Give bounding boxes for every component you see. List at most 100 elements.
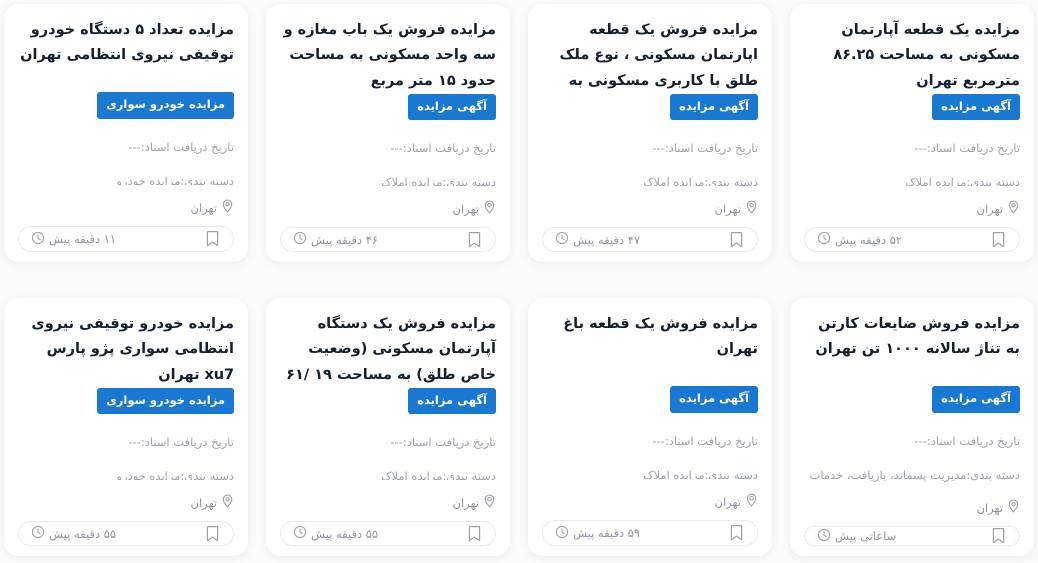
- card-footer: ۵۹ دقیقه پیش: [542, 520, 758, 546]
- bookmark-icon: [991, 231, 1006, 249]
- card-spacer: [542, 510, 758, 516]
- auction-type-badge[interactable]: آگهی مزایده: [670, 386, 758, 413]
- auction-card[interactable]: مزایده فروش یک باب مغازه و سه واحد مسکون…: [266, 4, 510, 262]
- card-footer: ۴۶ دقیقه پیش: [280, 227, 496, 252]
- location-label: تهران: [190, 495, 218, 510]
- clock-icon: [817, 231, 831, 248]
- location-pin-icon: [221, 494, 234, 511]
- auction-type-badge[interactable]: آگهی مزایده: [932, 386, 1020, 413]
- location-pin-icon: [745, 200, 758, 217]
- time-ago-group: ۵۲ دقیقه پیش: [817, 231, 902, 248]
- card-spacer: [280, 511, 496, 517]
- location-row: تهران: [804, 499, 1020, 516]
- auction-type-badge[interactable]: آگهی مزایده: [932, 93, 1020, 121]
- badge-row: آگهی مزایده: [280, 93, 496, 121]
- bookmark-button[interactable]: [991, 527, 1006, 545]
- time-ago-label: ۴۶ دقیقه پیش: [311, 232, 379, 247]
- documents-date-label: تاریخ دریافت اسناد:---: [390, 141, 496, 156]
- auction-card[interactable]: مزایده فروش یک قطعه اپارتمان مسکونی ، نو…: [528, 4, 772, 262]
- documents-date-label: تاریخ دریافت اسناد:---: [128, 435, 234, 450]
- card-spacer: [18, 216, 234, 222]
- time-ago-label: ۵۲ دقیقه پیش: [835, 232, 903, 247]
- card-footer: ۱۱ دقیقه پیش: [18, 226, 234, 252]
- bookmark-button[interactable]: [467, 231, 482, 249]
- auction-card-title[interactable]: مزایده فروش یک باب مغازه و سه واحد مسکون…: [280, 18, 497, 89]
- card-spacer: [804, 217, 1020, 223]
- bookmark-button[interactable]: [991, 231, 1006, 249]
- badge-row: آگهی مزایده: [542, 93, 758, 121]
- card-spacer: [18, 511, 234, 517]
- auction-type-badge[interactable]: مزایده خودرو سواری: [97, 92, 234, 119]
- auction-card[interactable]: مزایده فروش یک دستگاه آپارتمان مسکونی (و…: [266, 298, 510, 556]
- bookmark-icon: [729, 231, 744, 249]
- location-pin-icon: [745, 493, 758, 510]
- bookmark-button[interactable]: [729, 231, 744, 249]
- time-ago-group: ۵۵ دقیقه پیش: [293, 525, 378, 542]
- bookmark-button[interactable]: [467, 525, 482, 543]
- location-label: تهران: [976, 201, 1004, 216]
- location-row: تهران: [542, 493, 758, 510]
- badge-row: مزایده خودرو سواری: [18, 387, 234, 415]
- auction-type-badge[interactable]: آگهی مزایده: [408, 93, 496, 121]
- documents-date-label: تاریخ دریافت اسناد:---: [128, 139, 234, 154]
- bookmark-icon: [467, 231, 482, 249]
- time-ago-group: ۱۱ دقیقه پیش: [31, 231, 116, 248]
- location-row: تهران: [280, 200, 496, 217]
- auction-type-badge[interactable]: مزایده خودرو سواری: [97, 387, 234, 415]
- location-row: تهران: [280, 494, 496, 511]
- bookmark-button[interactable]: [205, 230, 220, 248]
- clock-icon: [555, 525, 569, 542]
- time-ago-label: ۱۱ دقیقه پیش: [49, 232, 117, 247]
- auction-card-title[interactable]: مزایده فروش یک قطعه باغ تهران: [542, 312, 758, 364]
- time-ago-label: ۴۷ دقیقه پیش: [573, 232, 641, 247]
- auction-card[interactable]: مزایده یک قطعه آپارتمان مسکونی به مساحت …: [790, 4, 1034, 262]
- category-label: دسته بندی:مزایده املاک: [643, 175, 758, 187]
- card-footer: ۵۲ دقیقه پیش: [804, 227, 1020, 252]
- clock-icon: [817, 528, 831, 545]
- location-row: تهران: [18, 199, 234, 216]
- badge-row: آگهی مزایده: [804, 93, 1020, 121]
- auction-card-title[interactable]: مزایده فروش یک قطعه اپارتمان مسکونی ، نو…: [542, 18, 759, 89]
- auction-card[interactable]: مزایده خودرو توقیفی نیروی انتظامی سواری …: [4, 298, 248, 556]
- card-spacer: [280, 217, 496, 223]
- card-footer: ۴۷ دقیقه پیش: [542, 227, 758, 252]
- bookmark-icon: [991, 527, 1006, 545]
- auction-card[interactable]: مزایده فروش ضایعات کارتن به تناژ سالانه …: [790, 298, 1034, 556]
- auction-card-title[interactable]: مزایده یک قطعه آپارتمان مسکونی به مساحت …: [804, 18, 1020, 89]
- location-pin-icon: [221, 199, 234, 216]
- location-pin-icon: [1007, 200, 1020, 217]
- card-footer: ۵۵ دقیقه پیش: [280, 521, 496, 546]
- bookmark-button[interactable]: [205, 525, 220, 543]
- category-label: دسته بندی:مزایده خودرو: [116, 173, 234, 186]
- time-ago-group: ۴۶ دقیقه پیش: [293, 231, 378, 248]
- category-label: دسته بندی:مزایده خودرو: [116, 469, 234, 481]
- auction-card-title[interactable]: مزایده فروش یک دستگاه آپارتمان مسکونی (و…: [280, 312, 496, 383]
- auction-type-badge[interactable]: آگهی مزایده: [408, 387, 496, 415]
- time-ago-group: ساعاتی پیش: [817, 528, 896, 545]
- category-label: دسته بندی:مزایده املاک: [381, 175, 496, 187]
- bookmark-icon: [467, 525, 482, 543]
- location-pin-icon: [1007, 499, 1020, 516]
- badge-row: آگهی مزایده: [280, 387, 496, 415]
- location-pin-icon: [483, 494, 496, 511]
- auction-card[interactable]: مزایده تعداد ۵ دستگاه خودرو توقیفی نیروی…: [4, 4, 248, 262]
- location-label: تهران: [714, 494, 742, 509]
- documents-date-label: تاریخ دریافت اسناد:---: [390, 435, 496, 450]
- bookmark-button[interactable]: [729, 524, 744, 542]
- auction-card[interactable]: مزایده فروش یک قطعه باغ تهران آگهی مزاید…: [528, 298, 772, 556]
- card-footer: ساعاتی پیش: [804, 526, 1020, 546]
- auction-card-title[interactable]: مزایده خودرو توقیفی نیروی انتظامی سواری …: [18, 312, 234, 383]
- card-footer: ۵۵ دقیقه پیش: [18, 521, 234, 546]
- location-label: تهران: [452, 495, 480, 510]
- auction-card-title[interactable]: مزایده فروش ضایعات کارتن به تناژ سالانه …: [804, 312, 1020, 364]
- time-ago-label: ساعاتی پیش: [835, 529, 897, 543]
- time-ago-group: ۵۹ دقیقه پیش: [555, 525, 640, 542]
- badge-row: آگهی مزایده: [542, 386, 758, 413]
- badge-row: مزایده خودرو سواری: [18, 92, 234, 119]
- auction-type-badge[interactable]: آگهی مزایده: [670, 93, 758, 121]
- auction-card-title[interactable]: مزایده تعداد ۵ دستگاه خودرو توقیفی نیروی…: [18, 18, 234, 70]
- time-ago-group: ۴۷ دقیقه پیش: [555, 231, 640, 248]
- card-spacer: [804, 516, 1020, 522]
- location-label: تهران: [452, 201, 480, 216]
- clock-icon: [31, 525, 45, 542]
